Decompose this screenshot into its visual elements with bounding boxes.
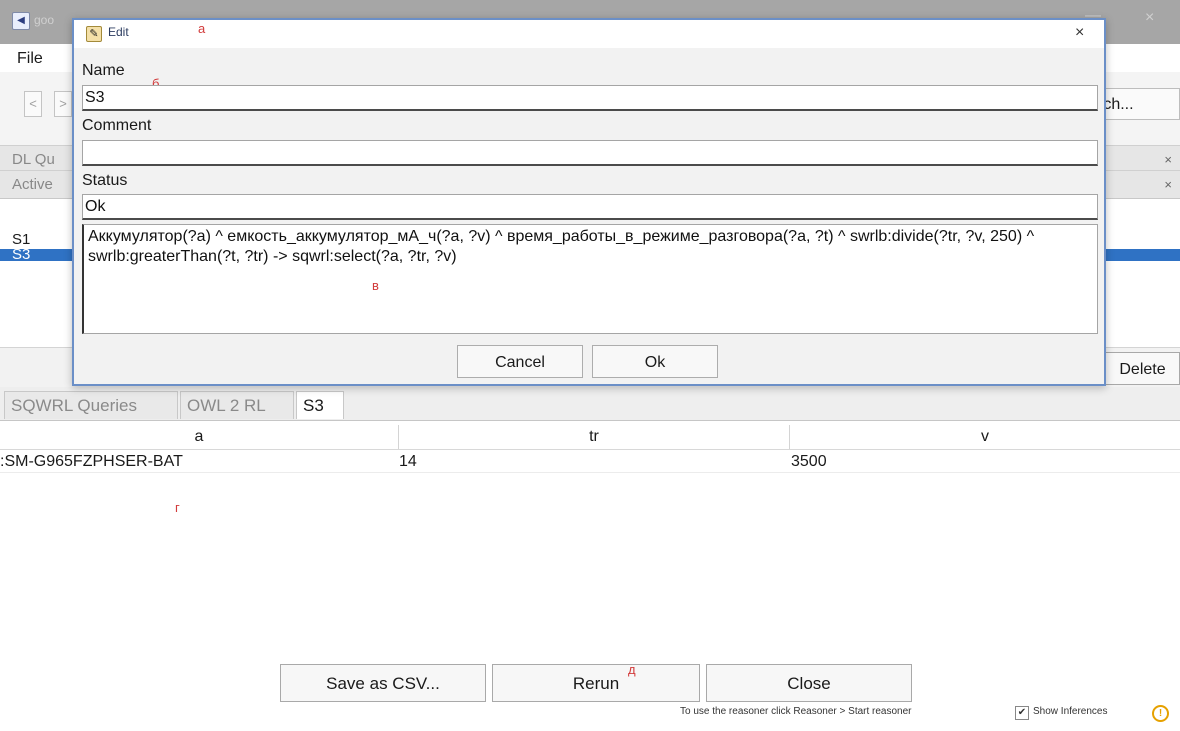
- annotation-v: в: [372, 278, 379, 293]
- save-csv-button[interactable]: Save as CSV...: [280, 664, 486, 702]
- close-button[interactable]: Close: [706, 664, 912, 702]
- forward-button[interactable]: >: [54, 91, 72, 117]
- rerun-button[interactable]: Rerun: [492, 664, 700, 702]
- query-item-label: S3: [12, 246, 31, 263]
- comment-label: Comment: [82, 117, 152, 134]
- status-field[interactable]: [82, 194, 1098, 220]
- warning-icon[interactable]: !: [1152, 705, 1169, 722]
- name-field[interactable]: [82, 85, 1098, 111]
- edit-dialog-icon: ✎: [86, 26, 102, 42]
- query-item-s1[interactable]: S1: [12, 232, 30, 247]
- app-icon: ◀: [12, 12, 30, 30]
- tab-s3[interactable]: S3: [296, 391, 344, 419]
- show-inferences-label[interactable]: Show Inferences: [1033, 704, 1108, 720]
- column-header-tr[interactable]: tr: [399, 425, 789, 449]
- reasoner-hint: To use the reasoner click Reasoner > Sta…: [680, 706, 912, 717]
- dl-query-label: DL Qu: [12, 151, 55, 168]
- comment-field[interactable]: [82, 140, 1098, 166]
- annotation-a: а: [198, 21, 206, 36]
- rule-text: Аккумулятор(?a) ^ емкость_аккумулятор_мА…: [88, 228, 1035, 265]
- dialog-close-icon[interactable]: ×: [1075, 24, 1084, 42]
- rule-text-area[interactable]: Аккумулятор(?a) ^ емкость_аккумулятор_мА…: [82, 224, 1098, 334]
- cancel-button[interactable]: Cancel: [457, 345, 583, 378]
- active-close-icon[interactable]: ×: [1164, 171, 1172, 198]
- show-inferences-checkbox[interactable]: ✔: [1015, 706, 1029, 720]
- result-cell-a[interactable]: :SM-G965FZPHSER-BAT: [0, 452, 183, 472]
- annotation-d: д: [628, 662, 636, 677]
- dialog-title-bar: [74, 20, 1104, 48]
- dl-query-close-icon[interactable]: ×: [1164, 146, 1172, 173]
- annotation-g: г: [175, 500, 180, 515]
- column-header-a[interactable]: a: [0, 425, 398, 449]
- delete-button[interactable]: Delete: [1105, 352, 1180, 385]
- back-button[interactable]: <: [24, 91, 42, 117]
- status-label: Status: [82, 172, 128, 189]
- row-divider: [0, 472, 1180, 473]
- status-bar: To use the reasoner click Reasoner > Sta…: [0, 704, 1180, 722]
- tab-sqwrl-queries[interactable]: SQWRL Queries: [4, 391, 178, 419]
- ok-button[interactable]: Ok: [592, 345, 718, 378]
- result-cell-tr[interactable]: 14: [399, 452, 417, 472]
- app-title: goo: [34, 13, 55, 27]
- column-header-v[interactable]: v: [790, 425, 1180, 449]
- name-label: Name: [82, 62, 125, 79]
- tab-owl2rl[interactable]: OWL 2 RL: [180, 391, 294, 419]
- dialog-title: Edit: [108, 25, 129, 39]
- result-cell-v[interactable]: 3500: [791, 452, 827, 472]
- active-label: Active: [12, 176, 53, 193]
- menu-file[interactable]: File: [17, 50, 43, 68]
- app-close-icon[interactable]: ×: [1145, 10, 1154, 26]
